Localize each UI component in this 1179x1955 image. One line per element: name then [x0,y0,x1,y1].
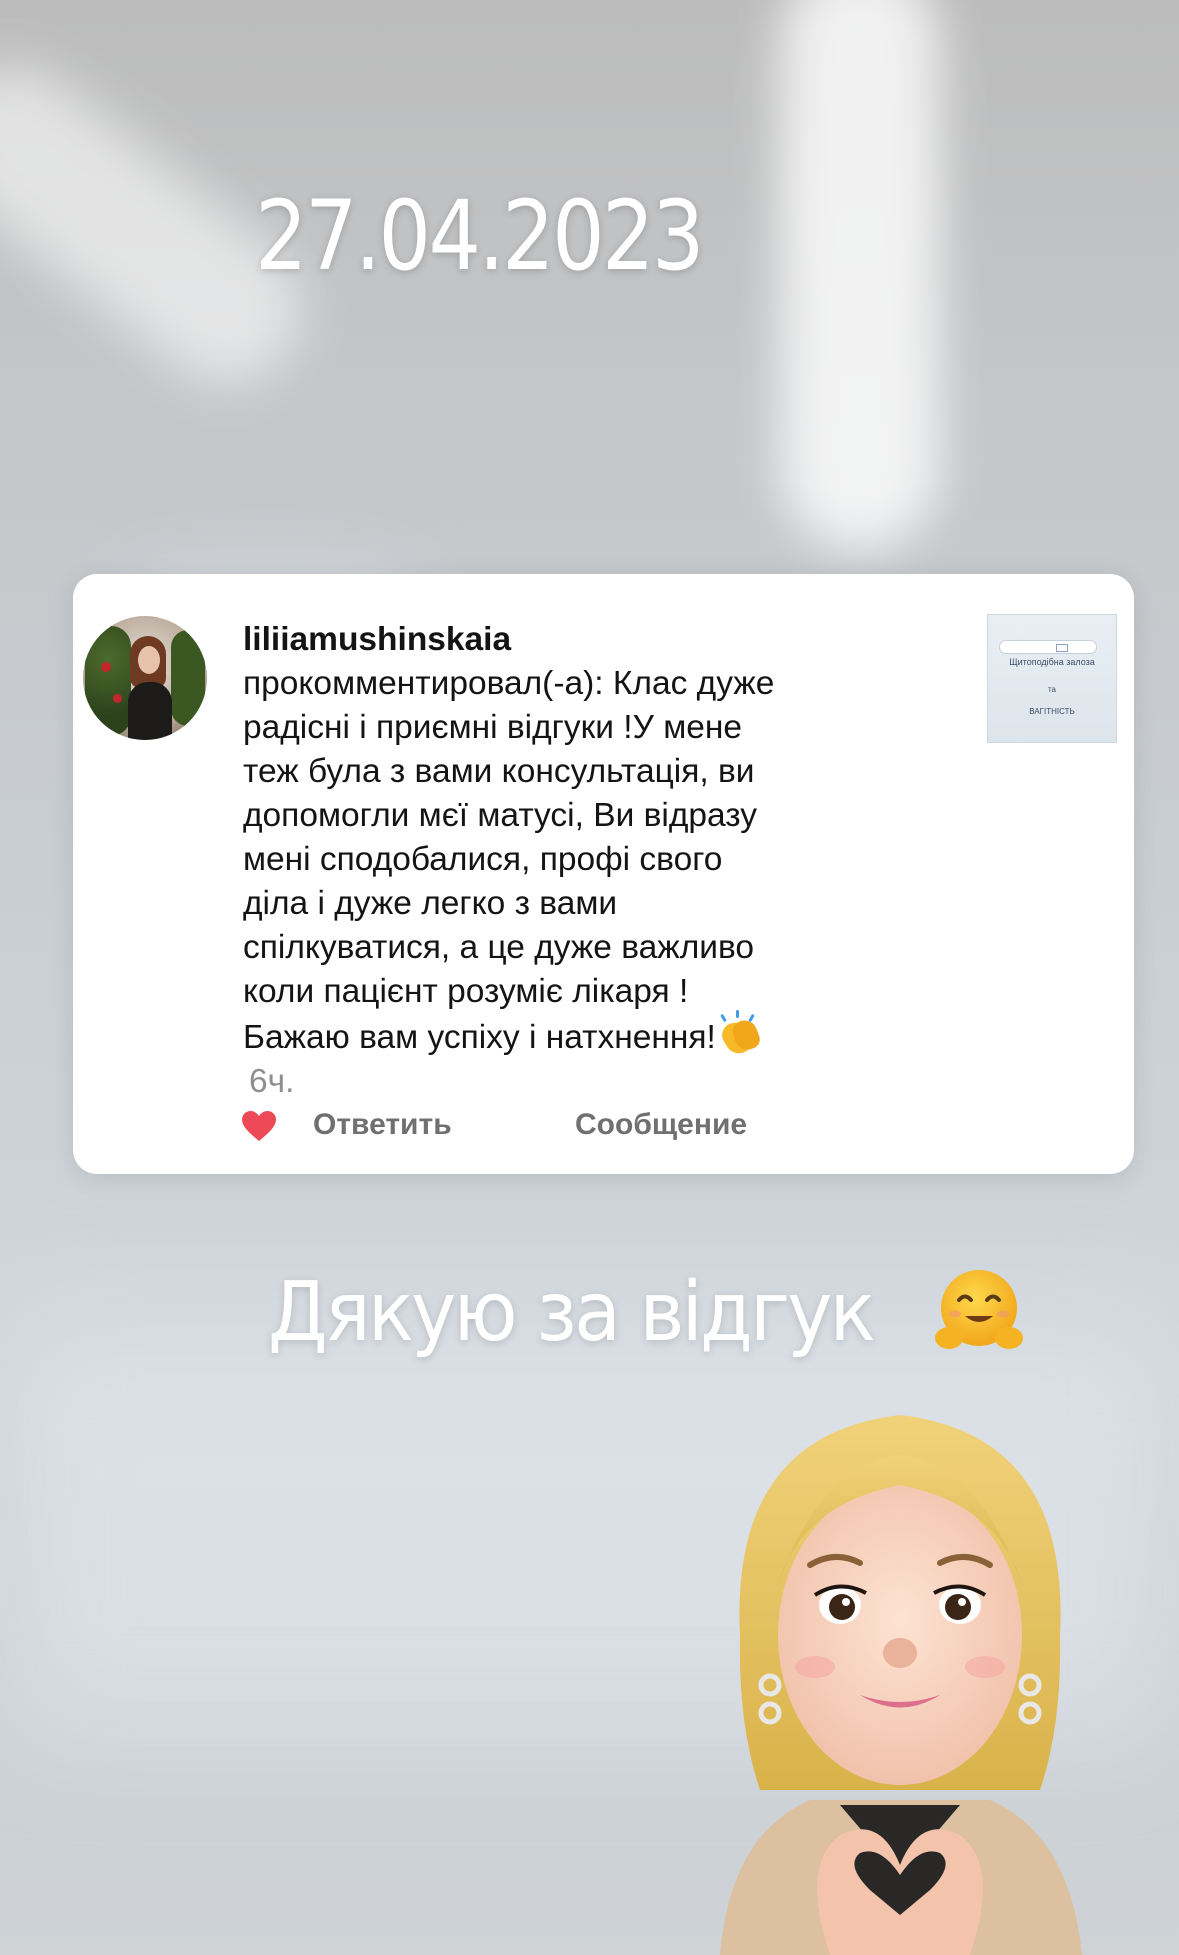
memoji-heart-hands-sticker [720,1415,1082,1955]
thumbnail-title-line: ВАГІТНІСТЬ [1029,707,1075,716]
comment-body: прокомментировал(-а): Клас дуже радісні … [243,665,775,1056]
comment-notification-card: liliiamushinskaia прокомментировал(-а): К… [73,574,1134,1174]
avatar-tree [171,630,205,726]
thumbnail-title-line: Щитоподібна залоза [1009,657,1095,667]
post-thumbnail[interactable]: Щитоподібна залоза та ВАГІТНІСТЬ [987,614,1117,743]
avatar-ornament [101,662,111,672]
comment-username[interactable]: liliiamushinskaia [243,618,783,662]
avatar-face [138,646,160,674]
reply-button[interactable]: Ответить [313,1108,452,1142]
hugging-face-emoji-icon [935,1270,1023,1349]
pregnancy-test-image [1000,641,1096,653]
message-button[interactable]: Сообщение [575,1108,747,1142]
story-caption-text: Дякую за відгук [268,1265,876,1360]
clapping-hands-emoji-icon [717,1010,764,1059]
background-light-streak [780,0,940,550]
avatar-body [128,682,172,740]
heart-icon[interactable] [241,1110,277,1142]
avatar-ornament [113,694,122,703]
thumbnail-title-line: та [1047,685,1057,694]
avatar-tree [85,626,131,736]
comment-text-block: liliiamushinskaia прокомментировал(-а): К… [243,618,783,1104]
comment-timestamp: 6ч. [249,1063,295,1100]
story-date-text: 27.04.2023 [255,180,704,292]
avatar[interactable] [83,616,207,740]
